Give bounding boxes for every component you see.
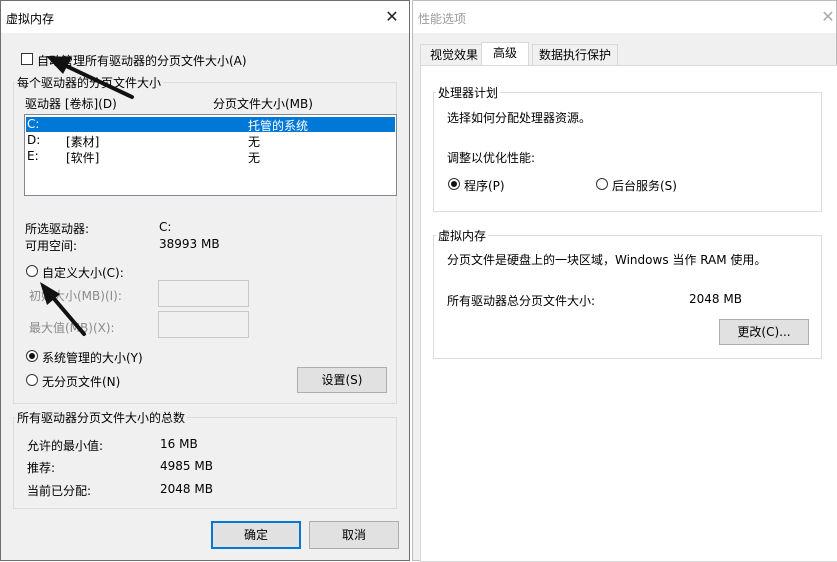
auto-manage-checkbox[interactable] bbox=[21, 53, 33, 65]
title-bar: 性能选项 ✕ bbox=[413, 1, 836, 33]
recommended-value: 4985 MB bbox=[160, 459, 213, 473]
max-size-label: 最大值(MB)(X): bbox=[29, 321, 115, 335]
dialog-title: 虚拟内存 bbox=[6, 12, 55, 26]
tab-advanced[interactable]: 高级 bbox=[481, 42, 529, 66]
free-space-label: 可用空间: bbox=[25, 239, 78, 253]
drive-letter: C: bbox=[27, 117, 40, 131]
column-drive-header: 驱动器 [卷标](D) bbox=[25, 97, 117, 111]
no-pagefile-label[interactable]: 无分页文件(N) bbox=[42, 373, 120, 390]
optimize-label: 调整以优化性能: bbox=[447, 151, 536, 165]
column-pagefile-header: 分页文件大小(MB) bbox=[213, 97, 313, 111]
current-allocated-value: 2048 MB bbox=[160, 482, 213, 496]
min-allowed-value: 16 MB bbox=[160, 437, 198, 451]
drive-letter: E: bbox=[27, 149, 39, 163]
drive-pagefile-size: 无 bbox=[248, 135, 261, 149]
tab-visual-effects[interactable]: 视觉效果 bbox=[420, 44, 488, 66]
total-pagefile-value: 2048 MB bbox=[689, 292, 742, 306]
auto-manage-label[interactable]: 自动管理所有驱动器的分页文件大小(A) bbox=[37, 52, 247, 69]
close-icon[interactable]: ✕ bbox=[381, 6, 403, 28]
selected-drive-label: 所选驱动器: bbox=[25, 222, 90, 236]
drive-pagefile-size: 无 bbox=[248, 151, 261, 165]
system-managed-label[interactable]: 系统管理的大小(Y) bbox=[42, 349, 143, 366]
current-allocated-label: 当前已分配: bbox=[27, 484, 92, 498]
set-button[interactable]: 设置(S) bbox=[297, 367, 387, 393]
totals-group-title: 所有驱动器分页文件大小的总数 bbox=[15, 409, 188, 426]
max-size-input[interactable] bbox=[158, 311, 249, 338]
programs-label[interactable]: 程序(P) bbox=[464, 177, 505, 194]
performance-options-dialog: 性能选项 ✕ 视觉效果 高级 数据执行保护 处理器计划 选择如何分配处理器资源。… bbox=[412, 0, 837, 562]
recommended-label: 推荐: bbox=[27, 461, 56, 475]
ok-button[interactable]: 确定 bbox=[211, 521, 301, 549]
drive-volume-label: [素材] bbox=[66, 135, 100, 149]
initial-size-label: 初始大小(MB)(I): bbox=[29, 289, 122, 303]
background-services-radio[interactable] bbox=[596, 178, 608, 190]
drive-volume-label: [软件] bbox=[66, 151, 100, 165]
close-icon[interactable]: ✕ bbox=[817, 6, 837, 28]
dialog-title: 性能选项 bbox=[418, 12, 467, 26]
drive-row-d[interactable]: D: [素材] 无 bbox=[26, 133, 395, 149]
drive-letter: D: bbox=[27, 133, 41, 147]
initial-size-input[interactable] bbox=[158, 280, 249, 307]
drive-row-e[interactable]: E: [软件] 无 bbox=[26, 149, 395, 165]
selected-drive-value: C: bbox=[159, 220, 172, 234]
virtual-memory-title: 虚拟内存 bbox=[436, 227, 489, 244]
drive-row-c[interactable]: C: 托管的系统 bbox=[26, 117, 395, 133]
drive-pagefile-size: 托管的系统 bbox=[248, 119, 309, 133]
title-bar: 虚拟内存 ✕ bbox=[1, 1, 409, 33]
custom-size-radio[interactable] bbox=[26, 265, 38, 277]
per-drive-group-title: 每个驱动器的分页文件大小 bbox=[15, 74, 164, 91]
tab-data-execution-prevention[interactable]: 数据执行保护 bbox=[532, 44, 618, 66]
programs-radio[interactable] bbox=[448, 178, 460, 190]
free-space-value: 38993 MB bbox=[159, 237, 220, 251]
system-managed-radio[interactable] bbox=[26, 350, 38, 362]
total-pagefile-label: 所有驱动器总分页文件大小: bbox=[447, 294, 596, 308]
virtual-memory-dialog: 虚拟内存 ✕ 自动管理所有驱动器的分页文件大小(A) 每个驱动器的分页文件大小 … bbox=[0, 0, 410, 561]
virtual-memory-description: 分页文件是硬盘上的一块区域，Windows 当作 RAM 使用。 bbox=[447, 253, 767, 267]
change-button[interactable]: 更改(C)... bbox=[719, 319, 809, 345]
min-allowed-label: 允许的最小值: bbox=[27, 439, 104, 453]
processor-description: 选择如何分配处理器资源。 bbox=[447, 111, 592, 125]
drive-list[interactable]: C: 托管的系统 D: [素材] 无 E: [软件] 无 bbox=[24, 114, 397, 196]
processor-scheduling-title: 处理器计划 bbox=[436, 84, 501, 101]
background-services-label[interactable]: 后台服务(S) bbox=[612, 177, 677, 194]
no-pagefile-radio[interactable] bbox=[26, 374, 38, 386]
custom-size-label[interactable]: 自定义大小(C): bbox=[42, 264, 124, 281]
cancel-button[interactable]: 取消 bbox=[309, 521, 399, 549]
